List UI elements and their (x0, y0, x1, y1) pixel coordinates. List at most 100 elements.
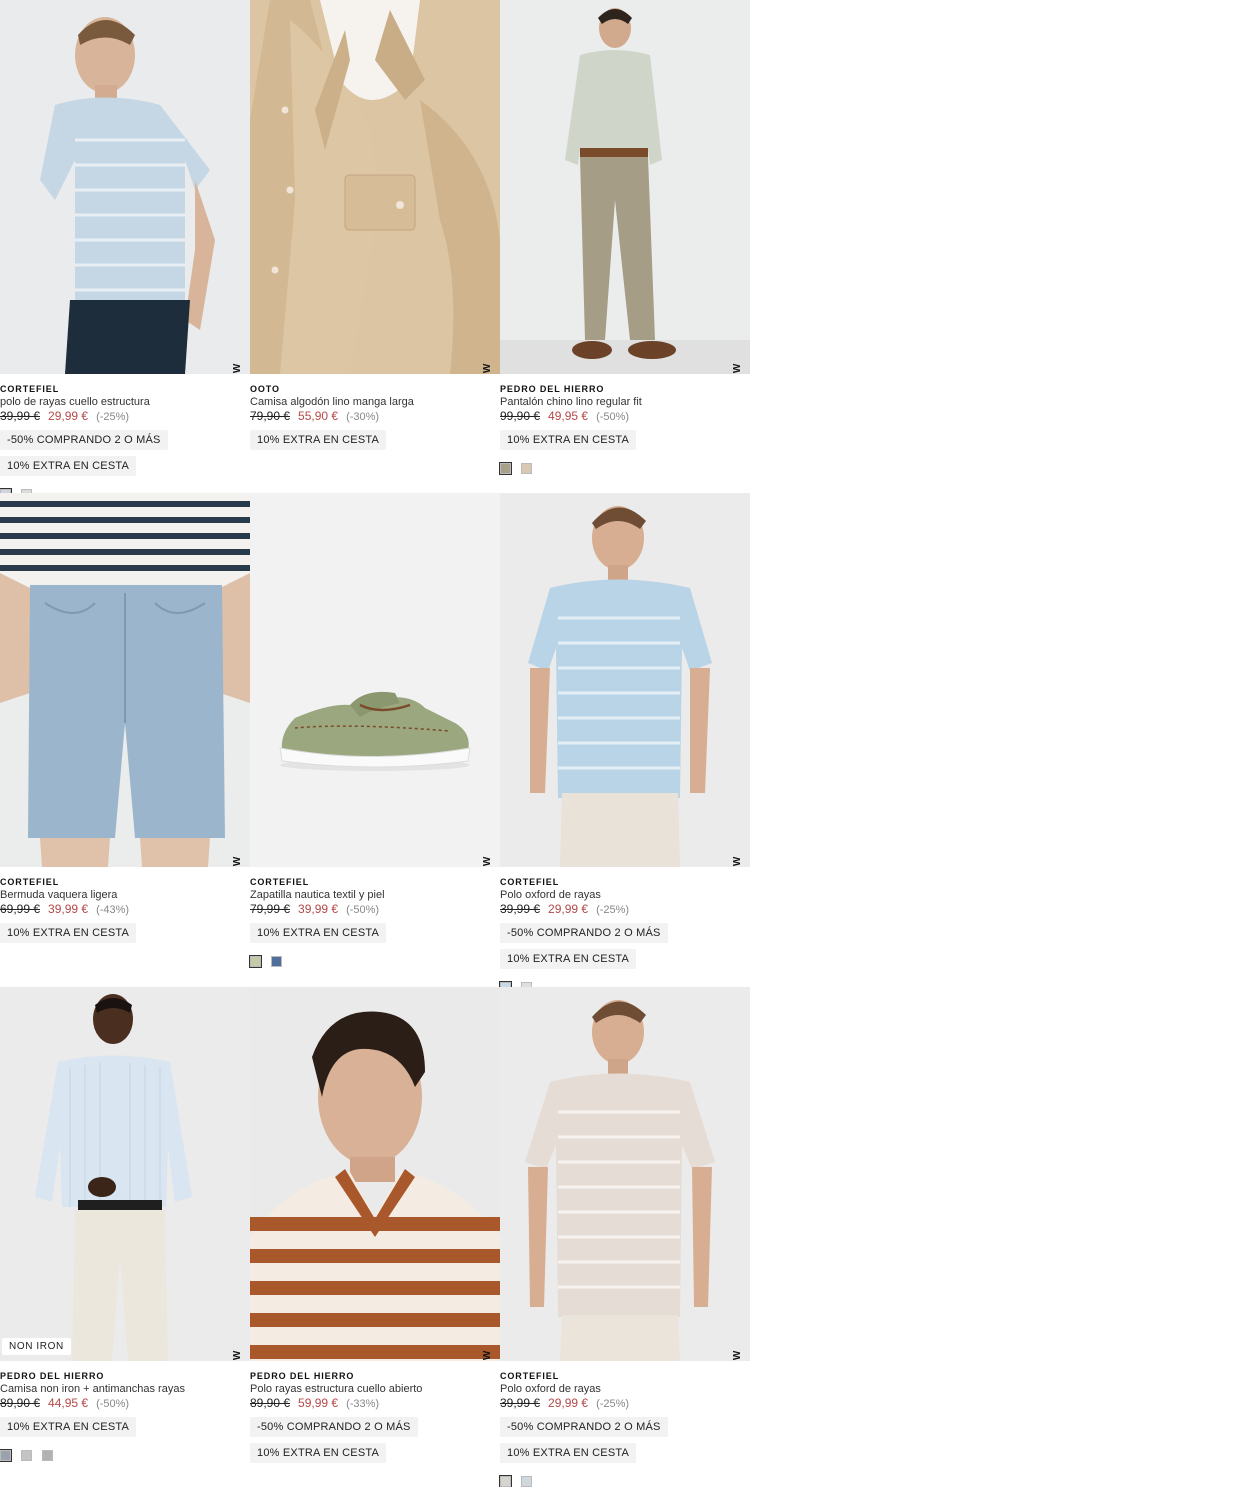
product-card[interactable]: NEW PEDRO DEL HIERRO Pantalón chino lino… (499, 0, 750, 475)
color-swatches (499, 462, 750, 475)
product-prices: 89,90 € 59,99 € (-33%) (250, 1396, 500, 1411)
sale-price: 29,99 € (548, 902, 589, 916)
discount-percent: (-25%) (96, 411, 130, 423)
man-striped-shirt-photo[interactable]: NEW NON IRON (0, 987, 250, 1361)
color-swatches (0, 1449, 250, 1462)
product-brand: CORTEFIEL (0, 877, 60, 887)
old-price: 39,99 € (500, 1396, 541, 1410)
product-info: CORTEFIEL Polo oxford de rayas 39,99 € 29… (499, 1361, 750, 1487)
product-prices: 79,90 € 55,90 € (-30%) (250, 409, 500, 424)
product-prices: 99,90 € 49,95 € (-50%) (500, 409, 750, 424)
man-pink-polo-photo[interactable]: NEW (500, 987, 750, 1361)
promo-badge: 10% EXTRA EN CESTA (0, 923, 136, 943)
color-swatch[interactable] (499, 462, 512, 475)
product-card[interactable]: NEW OOTO Camisa algodón lino manga larga… (250, 0, 500, 450)
product-card[interactable]: NEW CORTEFIEL Zapatilla nautica textil y… (249, 493, 500, 968)
product-name[interactable]: Camisa algodón lino manga larga (250, 395, 500, 409)
product-prices: 39,99 € 29,99 € (-25%) (500, 902, 750, 917)
color-swatch[interactable] (521, 463, 532, 474)
discount-percent: (-50%) (596, 411, 630, 423)
product-name[interactable]: polo de rayas cuello estructura (0, 395, 250, 409)
man-blue-polo-photo[interactable]: NEW (500, 493, 750, 867)
new-badge: NEW (732, 363, 743, 374)
new-badge: NEW (482, 856, 493, 867)
promo-badge: 10% EXTRA EN CESTA (500, 949, 636, 969)
promo-badge: -50% COMPRANDO 2 O MÁS (250, 1417, 418, 1437)
product-prices: 39,99 € 29,99 € (-25%) (500, 1396, 750, 1411)
promo-badge: 10% EXTRA EN CESTA (0, 456, 136, 476)
product-name[interactable]: Zapatilla nautica textil y piel (250, 888, 500, 902)
product-prices: 79,99 € 39,99 € (-50%) (250, 902, 500, 917)
sale-price: 29,99 € (48, 409, 89, 423)
product-info: CORTEFIEL polo de rayas cuello estructur… (0, 374, 250, 501)
denim-shorts-photo[interactable]: NEW (0, 493, 250, 867)
product-card[interactable]: NEW PEDRO DEL HIERRO Polo rayas estructu… (250, 987, 500, 1463)
color-swatch[interactable] (0, 1449, 12, 1462)
discount-percent: (-50%) (346, 904, 380, 916)
sale-price: 29,99 € (548, 1396, 589, 1410)
product-prices: 39,99 € 29,99 € (-25%) (0, 409, 250, 424)
new-badge: NEW (732, 856, 743, 867)
discount-percent: (-50%) (96, 1398, 130, 1410)
old-price: 89,90 € (0, 1396, 41, 1410)
sale-price: 44,95 € (48, 1396, 89, 1410)
non-iron-flag: NON IRON (2, 1338, 71, 1355)
old-price: 39,99 € (500, 902, 541, 916)
old-price: 79,90 € (250, 409, 291, 423)
product-card[interactable]: NEW CORTEFIEL polo de rayas cuello estru… (0, 0, 250, 501)
product-info: CORTEFIEL Bermuda vaquera ligera 69,99 €… (0, 867, 250, 943)
promo-badge: 10% EXTRA EN CESTA (250, 923, 386, 943)
old-price: 69,99 € (0, 902, 41, 916)
promo-badge: 10% EXTRA EN CESTA (500, 1443, 636, 1463)
product-brand: PEDRO DEL HIERRO (0, 1371, 105, 1381)
product-card[interactable]: NEW NON IRON PEDRO DEL HIERRO Camisa non… (0, 987, 250, 1462)
product-name[interactable]: Polo oxford de rayas (500, 888, 750, 902)
color-swatch[interactable] (42, 1450, 53, 1461)
sale-price: 59,99 € (298, 1396, 339, 1410)
new-badge: NEW (482, 363, 493, 374)
old-price: 89,90 € (250, 1396, 291, 1410)
promo-badge: 10% EXTRA EN CESTA (250, 430, 386, 450)
product-card[interactable]: NEW CORTEFIEL Polo oxford de rayas 39,99… (499, 493, 750, 994)
product-name[interactable]: Camisa non iron + antimanchas rayas (0, 1382, 250, 1396)
discount-percent: (-43%) (96, 904, 130, 916)
color-swatch[interactable] (521, 1476, 532, 1487)
linen-shirt-closeup-photo[interactable]: NEW (250, 0, 500, 374)
discount-percent: (-25%) (596, 1398, 630, 1410)
color-swatch[interactable] (499, 1475, 512, 1487)
promo-badge: -50% COMPRANDO 2 O MÁS (500, 1417, 668, 1437)
man-brown-stripe-polo-photo[interactable]: NEW (250, 987, 500, 1361)
discount-percent: (-33%) (346, 1398, 380, 1410)
product-name[interactable]: Bermuda vaquera ligera (0, 888, 250, 902)
product-name[interactable]: Polo rayas estructura cuello abierto (250, 1382, 500, 1396)
old-price: 39,99 € (0, 409, 41, 423)
product-name[interactable]: Polo oxford de rayas (500, 1382, 750, 1396)
product-info: PEDRO DEL HIERRO Pantalón chino lino reg… (499, 374, 750, 475)
sale-price: 55,90 € (298, 409, 339, 423)
promo-badge: 10% EXTRA EN CESTA (0, 1417, 136, 1437)
product-info: OOTO Camisa algodón lino manga larga 79,… (250, 374, 500, 450)
product-card[interactable]: NEW CORTEFIEL Bermuda vaquera ligera 69,… (0, 493, 250, 943)
promo-badge: 10% EXTRA EN CESTA (250, 1443, 386, 1463)
man-chino-pants-photo[interactable]: NEW (500, 0, 750, 374)
boat-shoe-photo[interactable]: NEW (250, 493, 500, 867)
new-badge: NEW (232, 856, 243, 867)
color-swatch[interactable] (249, 955, 262, 968)
old-price: 99,90 € (500, 409, 541, 423)
man-striped-polo-photo[interactable]: NEW (0, 0, 250, 374)
promo-badge: -50% COMPRANDO 2 O MÁS (500, 923, 668, 943)
product-brand: CORTEFIEL (250, 877, 310, 887)
product-brand: OOTO (250, 384, 280, 394)
product-card[interactable]: NEW CORTEFIEL Polo oxford de rayas 39,99… (499, 987, 750, 1487)
sale-price: 49,95 € (548, 409, 589, 423)
color-swatch[interactable] (21, 1450, 32, 1461)
new-badge: NEW (482, 1350, 493, 1361)
promo-badge: 10% EXTRA EN CESTA (500, 430, 636, 450)
discount-percent: (-30%) (346, 411, 380, 423)
new-badge: NEW (732, 1350, 743, 1361)
color-swatch[interactable] (271, 956, 282, 967)
product-name[interactable]: Pantalón chino lino regular fit (500, 395, 750, 409)
product-info: PEDRO DEL HIERRO Polo rayas estructura c… (250, 1361, 500, 1463)
product-info: PEDRO DEL HIERRO Camisa non iron + antim… (0, 1361, 250, 1462)
product-brand: CORTEFIEL (500, 877, 560, 887)
